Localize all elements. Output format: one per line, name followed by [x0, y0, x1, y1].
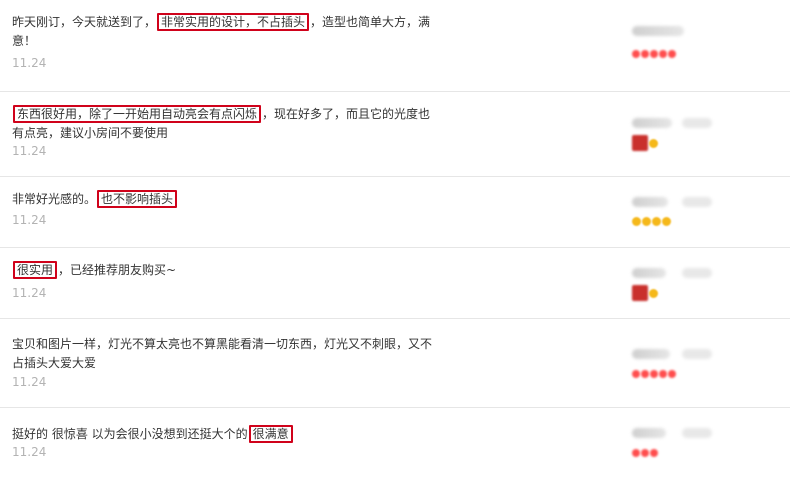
- review-item: 昨天刚订，今天就送到了， 非常实用的设计，不占插头 ，造型也简单大方，满意！ 11.…: [0, 0, 790, 92]
- review-date: 11.24: [12, 286, 47, 300]
- heart-icon: [641, 449, 649, 457]
- highlighted-phrase: 东西很好用，除了一开始用自动亮会有点闪烁: [13, 105, 262, 123]
- review-content: 很实用 ，已经推荐朋友购买~: [12, 261, 442, 280]
- reviewer-name: [632, 26, 684, 36]
- review-item: 宝贝和图片一样，灯光不算太亮也不算黑能看清一切东西，灯光又不刺眼，又不占插头大爱…: [0, 319, 790, 408]
- review-text: 昨天刚订，今天就送到了，: [12, 15, 157, 29]
- review-content: 挺好的 很惊喜 以为会很小没想到还挺大个的 很满意: [12, 425, 442, 444]
- review-list: 昨天刚订，今天就送到了， 非常实用的设计，不占插头 ，造型也简单大方，满意！ 11.…: [0, 0, 790, 485]
- review-text: 非常好光感的。: [12, 192, 97, 206]
- review-content: 非常好光感的。 也不影响插头: [12, 190, 442, 209]
- heart-icon: [659, 370, 667, 378]
- star-icon: [652, 216, 661, 226]
- review-date: 11.24: [12, 213, 47, 227]
- review-item: 非常好光感的。 也不影响插头 11.24: [0, 177, 790, 248]
- review-content: 昨天刚订，今天就送到了， 非常实用的设计，不占插头 ，造型也简单大方，满意！: [12, 13, 442, 51]
- reviewer-name-blurred: [632, 347, 752, 361]
- reviewer-level: [632, 214, 671, 228]
- review-text: 宝贝和图片一样，灯光不算太亮也不算黑能看清一切东西，灯光又不刺眼，又不占插头大爱…: [12, 337, 433, 370]
- review-date: 11.24: [12, 56, 47, 70]
- review-date: 11.24: [12, 144, 47, 158]
- heart-icon: [659, 50, 667, 58]
- reviewer-tag: [682, 428, 712, 438]
- reviewer-level: [632, 47, 676, 61]
- review-item: 挺好的 很惊喜 以为会很小没想到还挺大个的 很满意 11.24: [0, 408, 790, 485]
- heart-icon: [641, 50, 649, 58]
- review-date: 11.24: [12, 445, 47, 459]
- review-content: 东西很好用，除了一开始用自动亮会有点闪烁 ，现在好多了，而且它的光度也有点亮，建议…: [12, 105, 442, 143]
- reviewer-name-blurred: [632, 195, 752, 209]
- heart-icon: [632, 370, 640, 378]
- reviewer-name-blurred: [632, 266, 752, 280]
- highlighted-phrase: 也不影响插头: [97, 190, 178, 208]
- star-icon: [649, 288, 658, 298]
- review-item: 东西很好用，除了一开始用自动亮会有点闪烁 ，现在好多了，而且它的光度也有点亮，建议…: [0, 92, 790, 177]
- review-text: 挺好的 很惊喜 以为会很小没想到还挺大个的: [12, 427, 248, 441]
- highlighted-phrase: 很实用: [13, 261, 58, 279]
- reviewer-name-blurred: [632, 426, 752, 440]
- review-date: 11.24: [12, 375, 47, 389]
- heart-icon: [668, 50, 676, 58]
- review-text: ，已经推荐朋友购买~: [58, 263, 177, 277]
- reviewer-level: [632, 285, 658, 301]
- reviewer-name-blurred: [632, 24, 752, 38]
- reviewer-name: [632, 118, 672, 128]
- review-content: 宝贝和图片一样，灯光不算太亮也不算黑能看清一切东西，灯光又不刺眼，又不占插头大爱…: [12, 335, 442, 373]
- star-icon: [662, 216, 671, 226]
- heart-icon: [632, 449, 640, 457]
- reviewer-level: [632, 446, 658, 460]
- reviewer-tag: [682, 197, 712, 207]
- review-item: 很实用 ，已经推荐朋友购买~ 11.24: [0, 248, 790, 319]
- reviewer-name: [632, 268, 666, 278]
- heart-icon: [668, 370, 676, 378]
- heart-icon: [650, 50, 658, 58]
- heart-icon: [641, 370, 649, 378]
- reviewer-tag: [682, 268, 712, 278]
- star-icon: [642, 216, 651, 226]
- level-badge-icon: [632, 135, 648, 151]
- reviewer-level: [632, 367, 676, 381]
- heart-icon: [650, 370, 658, 378]
- reviewer-name: [632, 349, 670, 359]
- reviewer-tag: [682, 349, 712, 359]
- reviewer-name-blurred: [632, 116, 752, 130]
- highlighted-phrase: 很满意: [248, 425, 293, 443]
- reviewer-level: [632, 135, 658, 151]
- reviewer-name: [632, 428, 666, 438]
- heart-icon: [632, 50, 640, 58]
- reviewer-tag: [682, 118, 712, 128]
- highlighted-phrase: 非常实用的设计，不占插头: [157, 13, 310, 31]
- star-icon: [632, 216, 641, 226]
- star-icon: [649, 138, 658, 148]
- level-badge-icon: [632, 285, 648, 301]
- reviewer-name: [632, 197, 668, 207]
- heart-icon: [650, 449, 658, 457]
